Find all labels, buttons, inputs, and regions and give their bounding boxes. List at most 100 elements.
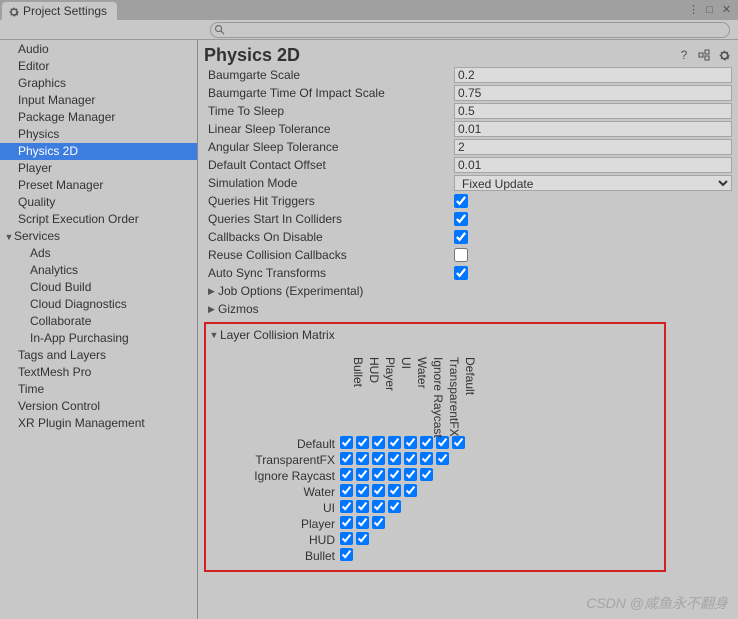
foldout-arrow-icon[interactable]: ▼ bbox=[208, 330, 220, 340]
sidebar-item-in-app-purchasing[interactable]: In-App Purchasing bbox=[0, 330, 197, 347]
sidebar-item-audio[interactable]: Audio bbox=[0, 41, 197, 58]
prop-checkbox[interactable] bbox=[454, 194, 468, 208]
matrix-checkbox[interactable] bbox=[404, 484, 417, 497]
sidebar-item-services[interactable]: ▼Services bbox=[0, 228, 197, 245]
sidebar-item-version-control[interactable]: Version Control bbox=[0, 398, 197, 415]
maximize-icon[interactable]: □ bbox=[702, 2, 717, 17]
sidebar-item-textmesh-pro[interactable]: TextMesh Pro bbox=[0, 364, 197, 381]
prop-label: Time To Sleep bbox=[204, 104, 454, 118]
prop-input[interactable] bbox=[454, 157, 732, 173]
matrix-checkbox[interactable] bbox=[404, 452, 417, 465]
matrix-col-label: UI bbox=[399, 357, 413, 373]
matrix-row-label: UI bbox=[208, 500, 338, 516]
matrix-row-label: Bullet bbox=[208, 548, 338, 564]
search-bar bbox=[0, 20, 738, 40]
layer-collision-matrix: BulletHUDPlayerUIWaterIgnore RaycastTran… bbox=[208, 436, 662, 564]
prop-row: Reuse Collision Callbacks bbox=[204, 246, 732, 264]
sidebar-item-time[interactable]: Time bbox=[0, 381, 197, 398]
matrix-checkbox[interactable] bbox=[356, 436, 369, 449]
matrix-checkbox[interactable] bbox=[388, 500, 401, 513]
matrix-checkbox[interactable] bbox=[356, 452, 369, 465]
help-icon[interactable]: ? bbox=[676, 47, 692, 63]
matrix-checkbox[interactable] bbox=[404, 468, 417, 481]
sidebar-item-input-manager[interactable]: Input Manager bbox=[0, 92, 197, 109]
settings-gear-icon[interactable] bbox=[716, 47, 732, 63]
matrix-checkbox[interactable] bbox=[404, 436, 417, 449]
matrix-checkbox[interactable] bbox=[388, 452, 401, 465]
matrix-checkbox[interactable] bbox=[420, 468, 433, 481]
prop-input[interactable] bbox=[454, 121, 732, 137]
simulation-mode-select[interactable]: Fixed Update bbox=[454, 175, 732, 191]
foldout[interactable]: ▶Gizmos bbox=[204, 300, 732, 318]
sidebar-item-quality[interactable]: Quality bbox=[0, 194, 197, 211]
sidebar-item-player[interactable]: Player bbox=[0, 160, 197, 177]
sidebar-item-cloud-diagnostics[interactable]: Cloud Diagnostics bbox=[0, 296, 197, 313]
matrix-checkbox[interactable] bbox=[340, 548, 353, 561]
prop-input[interactable] bbox=[454, 67, 732, 83]
prop-input[interactable] bbox=[454, 85, 732, 101]
sidebar-item-physics-2d[interactable]: Physics 2D bbox=[0, 143, 197, 160]
sidebar-item-editor[interactable]: Editor bbox=[0, 58, 197, 75]
tab-project-settings[interactable]: Project Settings bbox=[2, 2, 117, 20]
matrix-checkbox[interactable] bbox=[340, 500, 353, 513]
matrix-checkbox[interactable] bbox=[340, 468, 353, 481]
matrix-col-label: Default bbox=[463, 357, 477, 373]
presets-icon[interactable] bbox=[696, 47, 712, 63]
matrix-checkbox[interactable] bbox=[340, 484, 353, 497]
sidebar-item-package-manager[interactable]: Package Manager bbox=[0, 109, 197, 126]
matrix-title: Layer Collision Matrix bbox=[220, 328, 335, 342]
search-input[interactable] bbox=[210, 22, 730, 38]
matrix-checkbox[interactable] bbox=[372, 436, 385, 449]
prop-input[interactable] bbox=[454, 139, 732, 155]
sidebar-item-script-execution-order[interactable]: Script Execution Order bbox=[0, 211, 197, 228]
sidebar-item-ads[interactable]: Ads bbox=[0, 245, 197, 262]
prop-input[interactable] bbox=[454, 103, 732, 119]
prop-checkbox[interactable] bbox=[454, 266, 468, 280]
sidebar-item-tags-and-layers[interactable]: Tags and Layers bbox=[0, 347, 197, 364]
matrix-checkbox[interactable] bbox=[372, 484, 385, 497]
prop-label: Baumgarte Time Of Impact Scale bbox=[204, 86, 454, 100]
matrix-row-label: TransparentFX bbox=[208, 452, 338, 468]
matrix-checkbox[interactable] bbox=[372, 452, 385, 465]
sidebar-item-xr-plugin-management[interactable]: XR Plugin Management bbox=[0, 415, 197, 432]
sidebar-item-analytics[interactable]: Analytics bbox=[0, 262, 197, 279]
sidebar-item-collaborate[interactable]: Collaborate bbox=[0, 313, 197, 330]
sidebar-item-cloud-build[interactable]: Cloud Build bbox=[0, 279, 197, 296]
prop-checkbox[interactable] bbox=[454, 212, 468, 226]
close-icon[interactable]: ✕ bbox=[719, 2, 734, 17]
matrix-checkbox[interactable] bbox=[372, 516, 385, 529]
matrix-checkbox[interactable] bbox=[340, 452, 353, 465]
matrix-checkbox[interactable] bbox=[340, 436, 353, 449]
matrix-checkbox[interactable] bbox=[388, 436, 401, 449]
prop-label: Linear Sleep Tolerance bbox=[204, 122, 454, 136]
matrix-checkbox[interactable] bbox=[372, 500, 385, 513]
prop-row: Time To Sleep bbox=[204, 102, 732, 120]
matrix-checkbox[interactable] bbox=[356, 468, 369, 481]
prop-row: Angular Sleep Tolerance bbox=[204, 138, 732, 156]
matrix-checkbox[interactable] bbox=[436, 452, 449, 465]
matrix-checkbox[interactable] bbox=[372, 468, 385, 481]
menu-icon[interactable]: ⋮ bbox=[685, 2, 700, 17]
prop-row: Queries Hit Triggers bbox=[204, 192, 732, 210]
matrix-checkbox[interactable] bbox=[340, 532, 353, 545]
matrix-checkbox[interactable] bbox=[340, 516, 353, 529]
gear-icon bbox=[8, 5, 20, 17]
prop-checkbox[interactable] bbox=[454, 248, 468, 262]
sidebar-item-preset-manager[interactable]: Preset Manager bbox=[0, 177, 197, 194]
matrix-checkbox[interactable] bbox=[356, 484, 369, 497]
matrix-checkbox[interactable] bbox=[388, 484, 401, 497]
matrix-row-label: Default bbox=[208, 436, 338, 452]
matrix-checkbox[interactable] bbox=[356, 516, 369, 529]
sidebar-item-physics[interactable]: Physics bbox=[0, 126, 197, 143]
foldout[interactable]: ▶Job Options (Experimental) bbox=[204, 282, 732, 300]
matrix-checkbox[interactable] bbox=[420, 452, 433, 465]
prop-simulation-mode: Simulation Mode Fixed Update bbox=[204, 174, 732, 192]
matrix-checkbox[interactable] bbox=[388, 468, 401, 481]
sidebar-item-graphics[interactable]: Graphics bbox=[0, 75, 197, 92]
matrix-checkbox[interactable] bbox=[452, 436, 465, 449]
matrix-checkbox[interactable] bbox=[356, 532, 369, 545]
prop-checkbox[interactable] bbox=[454, 230, 468, 244]
prop-row: Callbacks On Disable bbox=[204, 228, 732, 246]
settings-content: Physics 2D ? Baumgarte ScaleBaumgarte Ti… bbox=[198, 40, 738, 619]
matrix-checkbox[interactable] bbox=[356, 500, 369, 513]
